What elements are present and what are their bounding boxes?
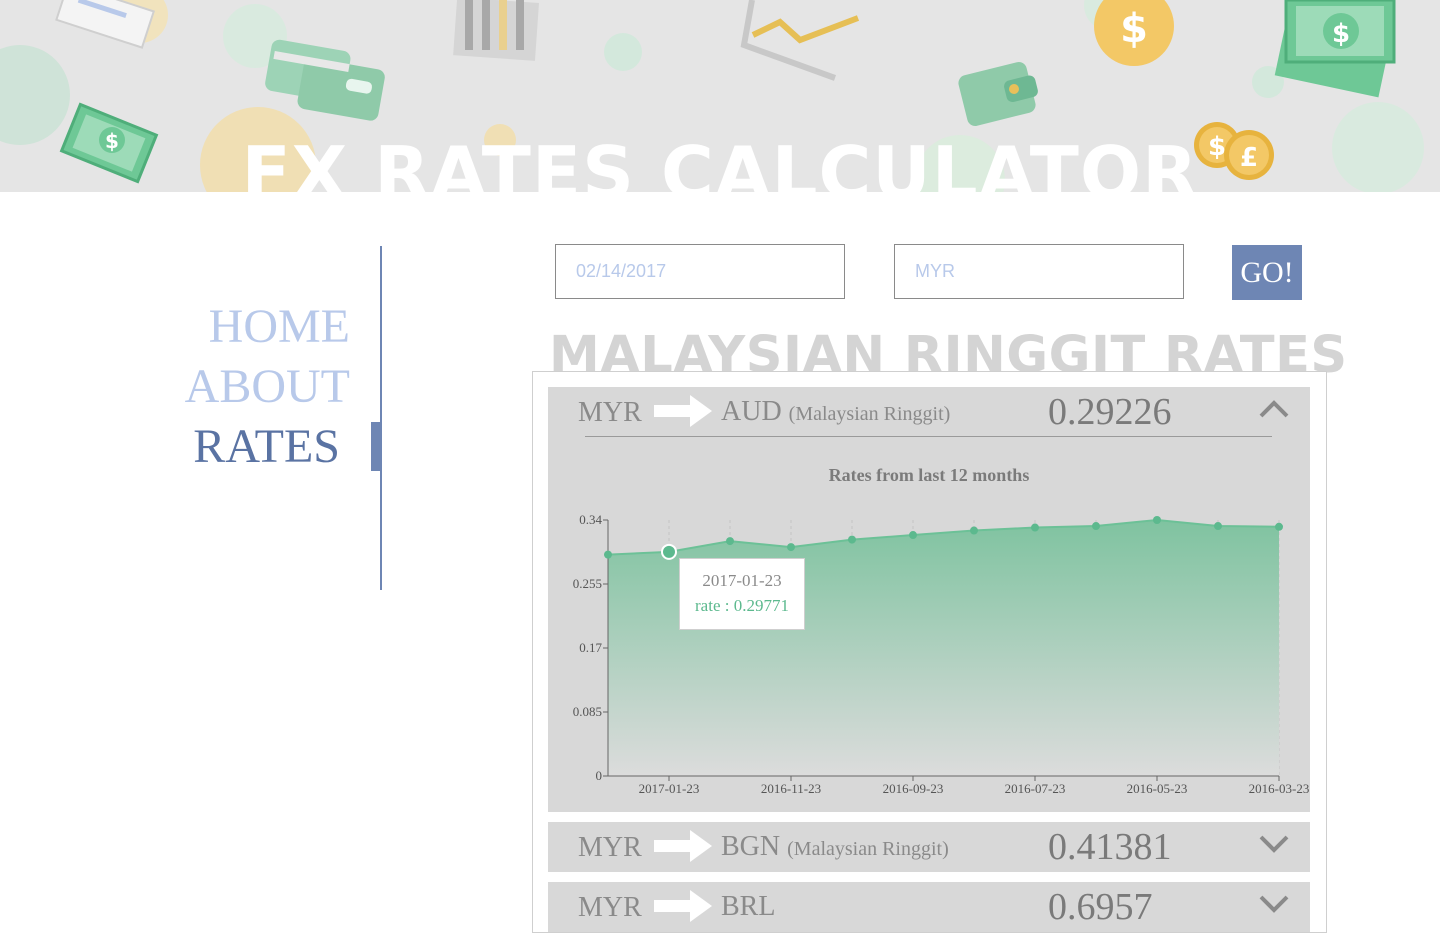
data-point xyxy=(1275,522,1283,531)
rate-panel-bgn[interactable]: MYR BGN (Malaysian Ringgit) 0.41381 xyxy=(548,822,1310,872)
from-currency: MYR xyxy=(578,832,642,863)
data-point xyxy=(970,526,978,535)
data-point xyxy=(787,543,795,552)
tooltip-rate: rate : 0.29771 xyxy=(695,596,789,615)
chevron-down-icon[interactable] xyxy=(1258,894,1290,914)
data-point xyxy=(909,531,917,540)
nav-item-rates[interactable]: RATES xyxy=(193,419,340,475)
go-button[interactable]: GO! xyxy=(1232,245,1302,300)
data-point xyxy=(1092,522,1100,531)
dollar-coin-icon: $ xyxy=(1094,0,1174,66)
date-input[interactable]: 02/14/2017 xyxy=(555,244,845,299)
x-tick-label: 2016-09-23 xyxy=(883,781,944,796)
y-tick-label: 0.17 xyxy=(579,640,602,655)
chevron-down-icon[interactable] xyxy=(1258,834,1290,854)
y-tick-label: 0.255 xyxy=(573,576,602,591)
currency-input[interactable]: MYR xyxy=(894,244,1184,299)
y-tick-label: 0.34 xyxy=(579,512,602,527)
x-tick-label: 2016-07-23 xyxy=(1005,781,1066,796)
nav-item-about[interactable]: ABOUT xyxy=(185,359,350,415)
x-tick-label: 2017-01-23 xyxy=(639,781,700,796)
to-currency: BRL xyxy=(721,891,775,923)
arrow-right-icon xyxy=(654,830,712,862)
side-navigation: HOME ABOUT RATES xyxy=(0,246,382,590)
rate-panel-aud: MYR AUD (Malaysian Ringgit) 0.29226 Rate… xyxy=(548,387,1310,812)
svg-text:$: $ xyxy=(1332,19,1350,49)
tooltip-date: 2017-01-23 xyxy=(702,571,782,590)
data-point xyxy=(604,550,612,559)
chart-tooltip: 2017-01-23 rate : 0.29771 xyxy=(679,558,805,630)
x-tick-label: 2016-03-23 xyxy=(1249,781,1310,796)
currency-name: (Malaysian Ringgit) xyxy=(787,838,949,860)
rate-header-bgn[interactable]: MYR BGN (Malaysian Ringgit) 0.41381 xyxy=(548,822,1310,870)
nav-item-home[interactable]: HOME xyxy=(209,299,350,355)
line-chart-icon xyxy=(740,0,860,81)
credit-card-icon xyxy=(265,39,385,121)
nav-active-indicator xyxy=(371,422,382,471)
nav-divider xyxy=(380,246,382,590)
y-tick-label: 0.085 xyxy=(573,704,602,719)
bank-icon xyxy=(453,0,539,61)
rates-chart: 0 0.085 0.17 0.255 0.34 2017-01-23 2016-11-23 2… xyxy=(573,512,1310,796)
data-point-highlighted xyxy=(661,543,677,560)
rate-panel-brl[interactable]: MYR BRL 0.6957 xyxy=(548,882,1310,932)
data-point xyxy=(1214,522,1222,531)
receipt-icon xyxy=(55,0,155,49)
data-point xyxy=(1031,523,1039,532)
wallet-icon xyxy=(958,62,1038,126)
rate-value: 0.41381 xyxy=(1048,826,1172,868)
svg-text:$: $ xyxy=(1120,6,1148,52)
to-currency-code: BGN xyxy=(721,831,781,862)
from-currency: MYR xyxy=(578,892,642,923)
y-tick-label: 0 xyxy=(596,768,603,783)
to-currency-code: BRL xyxy=(721,891,776,922)
to-currency: BGN (Malaysian Ringgit) xyxy=(721,831,949,863)
data-point xyxy=(726,537,734,546)
x-tick-label: 2016-05-23 xyxy=(1127,781,1188,796)
rate-header-brl[interactable]: MYR BRL 0.6957 xyxy=(548,882,1310,930)
data-point xyxy=(1153,516,1161,524)
header-banner: $ $ $ $ £ FX RATES CALCULATOR xyxy=(0,0,1440,192)
x-tick-label: 2016-11-23 xyxy=(761,781,821,796)
rate-value: 0.6957 xyxy=(1048,886,1153,928)
banknote-stack-icon: $ xyxy=(1274,0,1396,98)
arrow-right-icon xyxy=(654,890,712,922)
page-title: FX RATES CALCULATOR xyxy=(241,131,1199,192)
data-point xyxy=(848,535,856,544)
